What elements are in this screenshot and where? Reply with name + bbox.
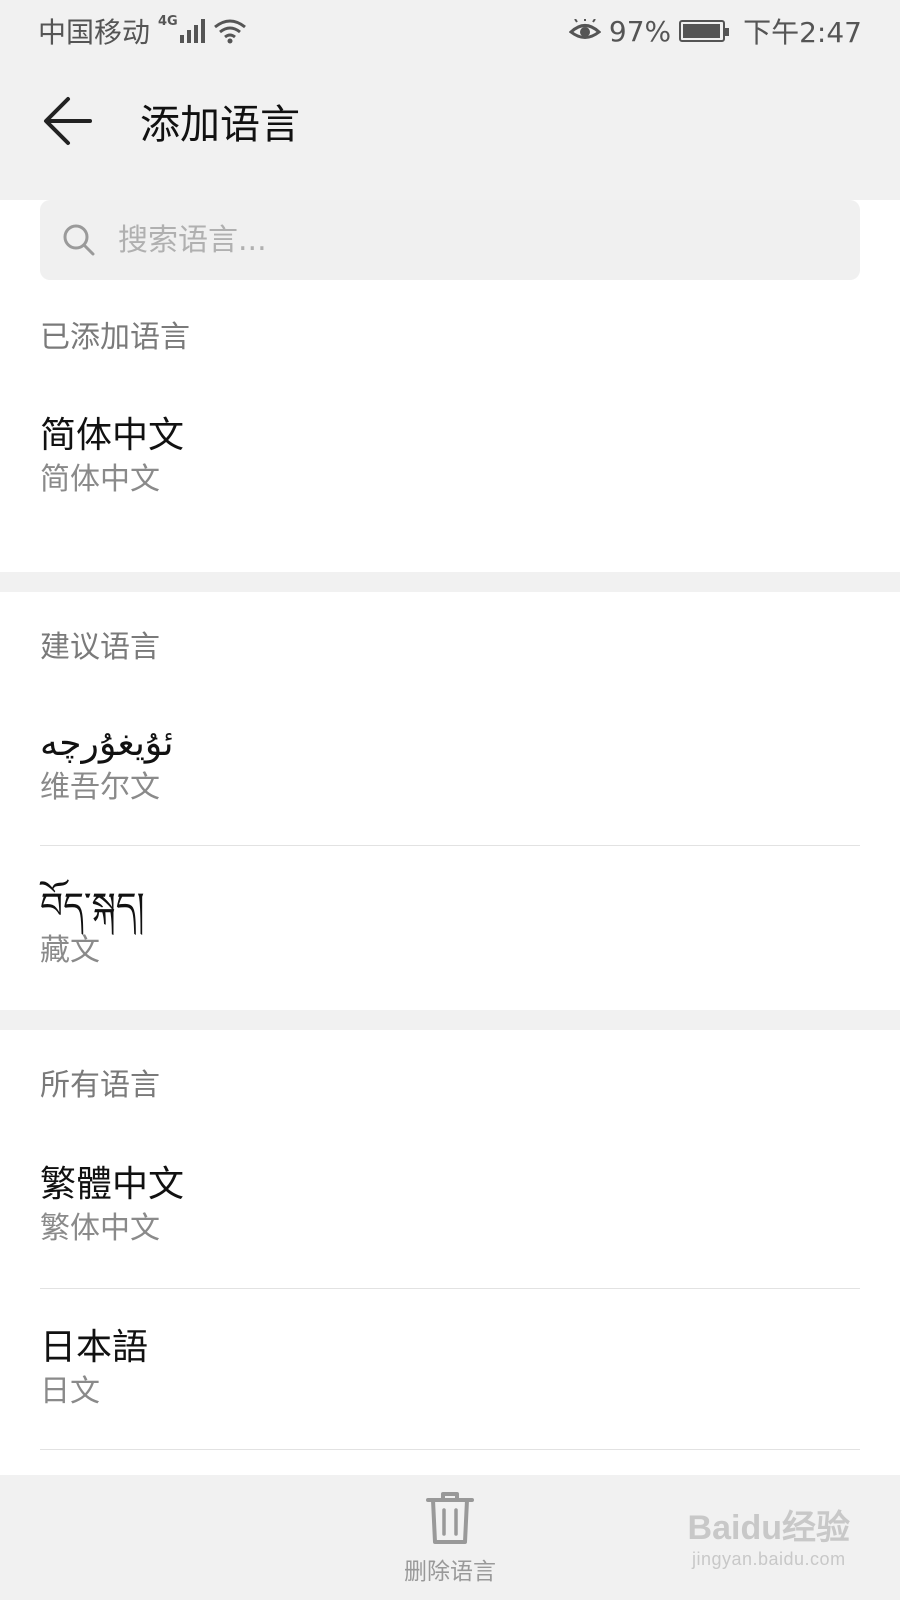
status-right: 97% 下午2:47	[568, 11, 862, 51]
section-suggested-languages: 建议语言 ئۇيغۇرچە 维吾尔文 བོད་སྐད། 藏文	[0, 592, 900, 1010]
battery-percent: 97%	[608, 14, 672, 48]
trash-icon	[426, 1491, 474, 1544]
language-native-name: བོད་སྐད།	[40, 886, 145, 927]
back-button[interactable]	[8, 62, 128, 180]
language-item-japanese[interactable]: 日本語 日文	[0, 1289, 900, 1449]
watermark-brand: Baidu经验	[687, 1509, 850, 1547]
clock: 下午2:47	[743, 16, 862, 49]
battery-icon	[679, 20, 730, 42]
language-item-tibetan[interactable]: བོད་སྐད། 藏文	[0, 846, 900, 1010]
language-translated-name: 日文	[40, 1374, 100, 1409]
language-native-name: ئۇيغۇرچە	[40, 722, 174, 764]
section-added-languages: 已添加语言 简体中文 简体中文	[0, 200, 900, 572]
network-type: 4G	[158, 13, 178, 29]
language-translated-name: 维吾尔文	[40, 769, 160, 805]
wifi-icon	[213, 19, 246, 44]
search-icon	[63, 224, 95, 256]
language-translated-name: 藏文	[40, 933, 100, 968]
language-item-uyghur[interactable]: ئۇيغۇرچە 维吾尔文	[0, 670, 900, 845]
app-header: 添加语言	[0, 62, 900, 180]
language-native-name: 简体中文	[40, 415, 185, 456]
language-native-name: 繁體中文	[40, 1164, 185, 1205]
language-item-simplified-chinese[interactable]: 简体中文 简体中文	[0, 362, 900, 552]
page-title: 添加语言	[140, 102, 300, 148]
baidu-watermark: Baidu经验 jingyan.baidu.com	[688, 1500, 850, 1570]
search-input[interactable]	[118, 222, 768, 258]
delete-languages-label: 删除语言	[404, 1558, 496, 1585]
search-box[interactable]	[40, 200, 860, 280]
carrier-name: 中国移动	[38, 16, 151, 49]
section-all-languages: 所有语言 繁體中文 繁体中文 日本語 日文	[0, 1030, 900, 1475]
language-translated-name: 繁体中文	[40, 1211, 160, 1246]
section-title-added: 已添加语言	[40, 320, 190, 355]
battery-fill	[683, 24, 720, 38]
eye-icon	[568, 19, 601, 39]
content-scroll-area[interactable]: 已添加语言 简体中文 简体中文 建议语言 ئۇيغۇرچە 维吾尔文 བོད་ས…	[0, 180, 900, 1475]
list-divider	[40, 1449, 860, 1450]
status-left: 中国移动 4G	[38, 11, 247, 51]
language-translated-name: 简体中文	[40, 462, 160, 497]
signal-icon	[179, 19, 205, 43]
delete-languages-button[interactable]: 删除语言	[404, 1490, 496, 1586]
watermark-url: jingyan.baidu.com	[691, 1549, 846, 1569]
section-title-suggested: 建议语言	[40, 630, 160, 665]
section-title-all: 所有语言	[40, 1068, 160, 1103]
language-native-name: 日本語	[40, 1327, 149, 1368]
status-bar: 中国移动 4G 97% 下午2:47	[0, 0, 900, 62]
back-arrow-icon	[44, 97, 92, 145]
language-item-traditional-chinese[interactable]: 繁體中文 繁体中文	[0, 1108, 900, 1288]
